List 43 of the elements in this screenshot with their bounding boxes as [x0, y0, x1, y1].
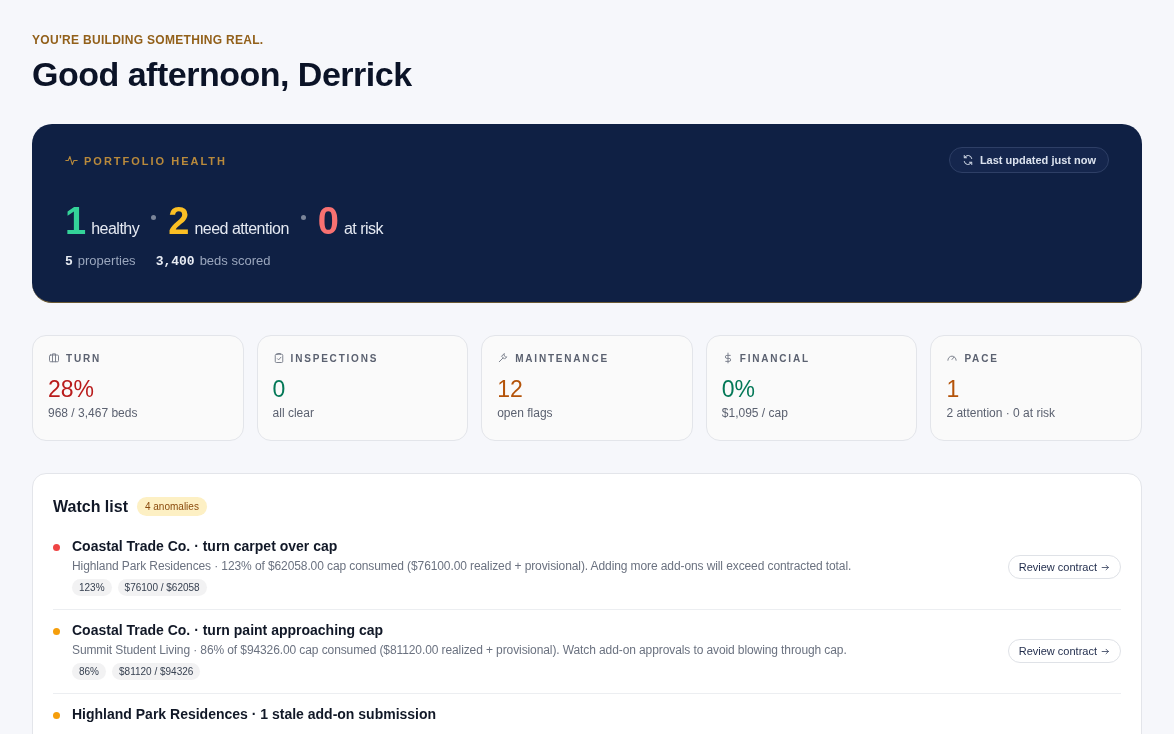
stat-label: TURN	[66, 352, 101, 364]
clipboard-check-icon	[272, 352, 285, 364]
anomaly-title: Coastal Trade Co. · turn carpet over cap	[72, 538, 339, 554]
stat-value: 0%	[721, 376, 757, 403]
total-text: 3,400 beds scored	[155, 253, 271, 269]
building-icon	[48, 352, 60, 364]
stat-caption: open flags	[497, 406, 554, 420]
metric-tag: 123%	[72, 579, 112, 596]
total-text: 5 properties	[65, 253, 136, 269]
section-title: PORTFOLIO HEALTH	[84, 154, 227, 167]
anomaly-detail: Summit Student Living · 86% of $94326.00 cap consumed ($81120.00 realized + provisional). Watch add-on approvals to avoid blowing through cap.	[72, 643, 848, 657]
stat-value: 1	[946, 376, 961, 403]
stat-value: 28%	[48, 376, 96, 403]
pulse-icon	[65, 154, 78, 167]
stat-caption: all clear	[272, 406, 315, 420]
stat-caption: 968 / 3,467 beds	[48, 406, 139, 420]
metric-tag: $76100 / $62058	[117, 579, 207, 596]
stat-label: FINANCIAL	[739, 352, 810, 364]
stat-label: MAINTENANCE	[515, 352, 609, 364]
anomaly-count-badge: 4 anomalies	[136, 497, 207, 516]
health-count: 2 need attention	[168, 200, 289, 243]
arrow-right-icon	[1101, 646, 1110, 656]
panel-title: Watch list	[53, 497, 128, 516]
refresh-button[interactable]: Last updated just now	[948, 147, 1109, 173]
stat-caption: 2 attention · 0 at risk	[946, 406, 1057, 420]
anomaly-detail: Highland Park Residences · 123% of $62058.00 cap consumed ($76100.00 realized + provisional). Adding more add-ons will exceed contracted total.	[72, 559, 853, 573]
review-contract-button[interactable]: Review contract	[1007, 555, 1121, 579]
arrow-right-icon	[1101, 562, 1110, 572]
stat-value: 0	[272, 376, 287, 403]
refresh-icon	[961, 154, 974, 166]
stat-caption: $1,095 / cap	[721, 406, 789, 420]
health-count: 1 healthy	[65, 200, 140, 243]
metric-tag: 86%	[72, 663, 106, 680]
stat-value: 12	[497, 376, 524, 403]
eyebrow-text: YOU'RE BUILDING SOMETHING REAL.	[32, 33, 265, 47]
metric-tag: $81120 / $94326	[112, 663, 201, 680]
health-count: 0 at risk	[317, 200, 384, 243]
review-contract-button[interactable]: Review contract	[1007, 639, 1121, 663]
stat-label: INSPECTIONS	[290, 352, 379, 364]
anomaly-title: Coastal Trade Co. · turn paint approaching cap	[72, 622, 385, 638]
greeting-heading: Good afternoon, Derrick	[32, 55, 413, 94]
anomaly-title: Highland Park Residences · 1 stale add-on submission	[72, 706, 438, 722]
stat-label: PACE	[964, 352, 999, 364]
